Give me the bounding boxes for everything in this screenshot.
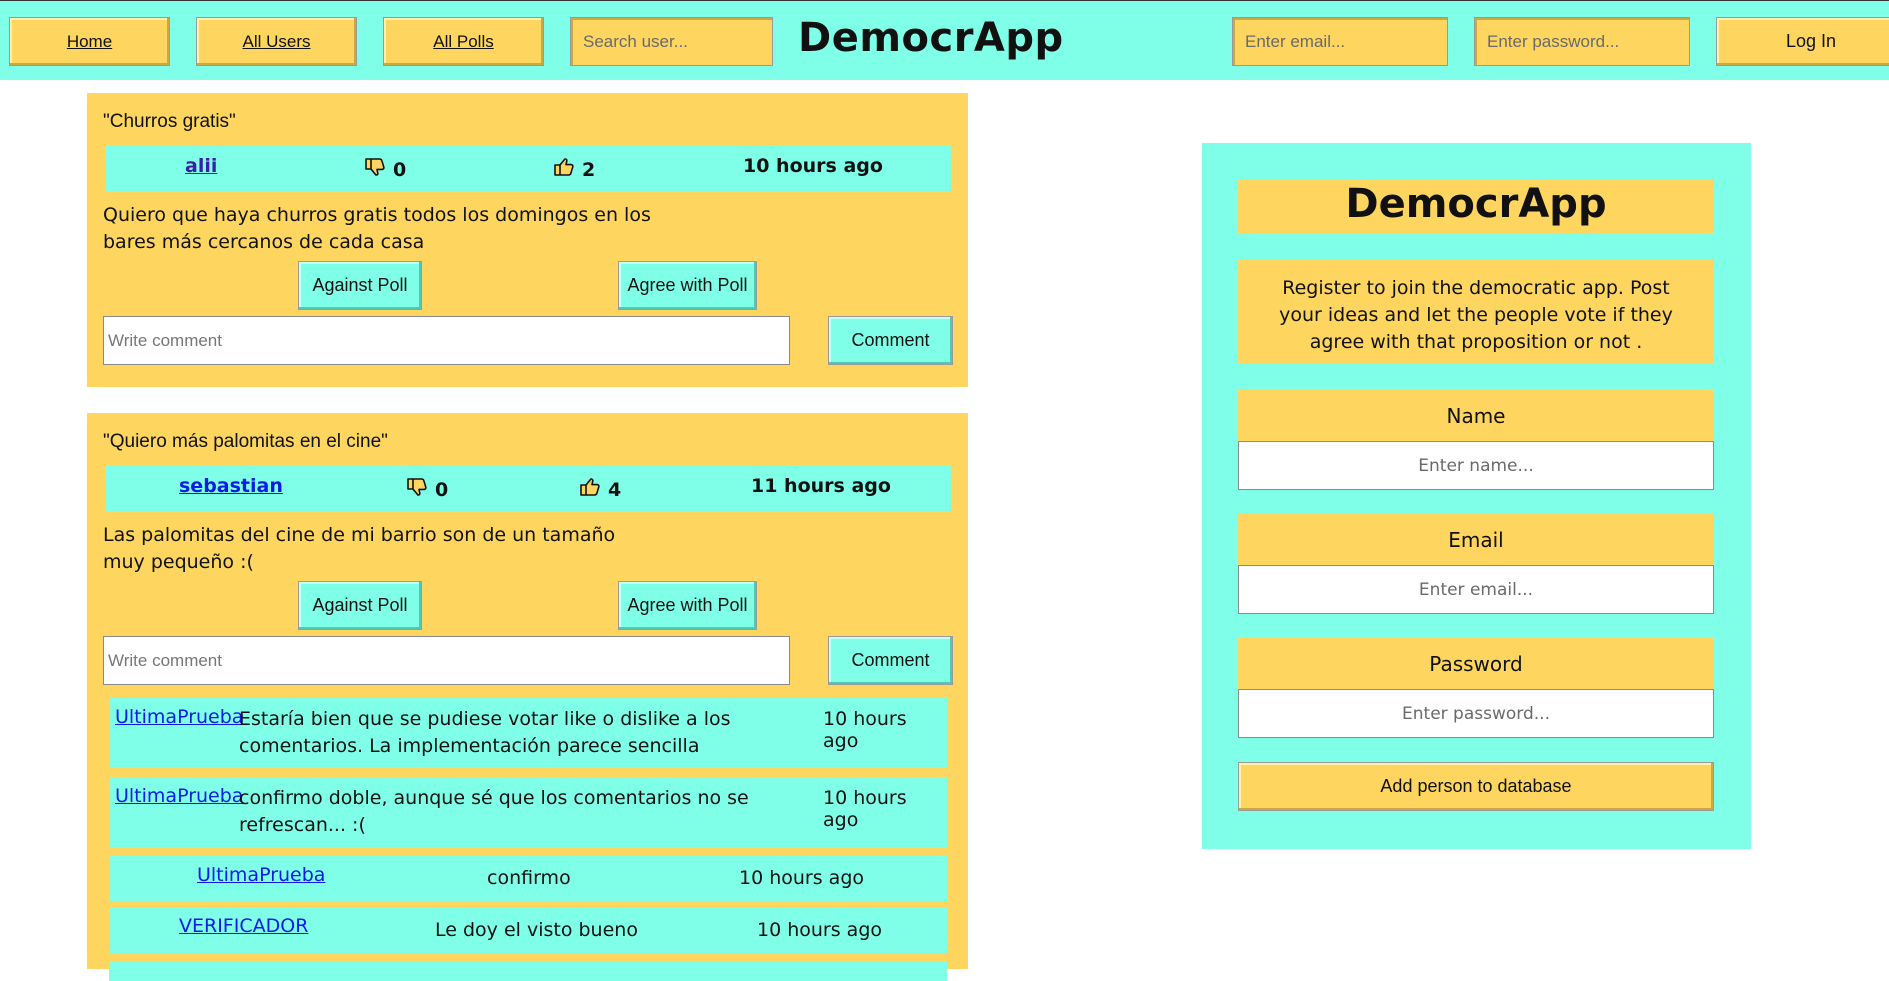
- name-label-block: Name: [1238, 390, 1714, 442]
- register-name-input[interactable]: [1238, 441, 1714, 490]
- poll-meta-bar: alii 0 2 10 hours ago: [105, 145, 951, 191]
- name-label: Name: [1446, 404, 1506, 428]
- poll-author-link[interactable]: alii: [185, 155, 217, 177]
- agree-poll-button[interactable]: Agree with Poll: [618, 581, 757, 630]
- password-label: Password: [1429, 652, 1523, 676]
- comment-author-link[interactable]: UltimaPrueba: [197, 864, 325, 886]
- top-navbar: Home All Users All Polls DemocrApp Log I…: [0, 0, 1889, 80]
- register-description: Register to join the democratic app. Pos…: [1279, 277, 1673, 353]
- comment-button[interactable]: Comment: [828, 316, 953, 365]
- poll-meta-bar: sebastian 0 4 11 hours ago: [105, 465, 951, 511]
- poll-time: 10 hours ago: [743, 155, 883, 177]
- comment-time: 10 hours ago: [739, 867, 865, 889]
- comment-time: 10 hours ago: [823, 708, 907, 752]
- email-label: Email: [1448, 528, 1504, 552]
- comment-text: confirmo doble, aunque sé que los coment…: [239, 787, 749, 836]
- register-email-input[interactable]: [1238, 565, 1714, 614]
- against-poll-button[interactable]: Against Poll: [298, 261, 422, 310]
- comment-time: 10 hours ago: [823, 787, 907, 831]
- dislike-value: 0: [393, 158, 407, 181]
- like-value: 2: [582, 158, 596, 181]
- agree-poll-button[interactable]: Agree with Poll: [618, 261, 757, 310]
- thumbs-up-icon[interactable]: [578, 475, 602, 504]
- poll-author-link[interactable]: sebastian: [179, 475, 283, 497]
- all-polls-button[interactable]: All Polls: [383, 17, 544, 66]
- dislike-value: 0: [435, 478, 449, 501]
- poll-title: "Churros gratis": [103, 111, 236, 132]
- comment-author-link[interactable]: UltimaPrueba: [115, 706, 243, 728]
- register-title-block: DemocrApp: [1238, 179, 1714, 233]
- comment-time: 10 hours ago: [757, 919, 883, 941]
- comment-input[interactable]: [103, 636, 790, 685]
- comment-text: Le doy el visto bueno: [435, 919, 638, 941]
- add-person-button[interactable]: Add person to database: [1238, 762, 1714, 811]
- comment-author-link[interactable]: VERIFICADOR: [179, 915, 308, 937]
- register-description-block: Register to join the democratic app. Pos…: [1238, 259, 1714, 364]
- poll-card: "Quiero más palomitas en el cine" sebast…: [87, 413, 968, 981]
- email-label-block: Email: [1238, 514, 1714, 566]
- like-value: 4: [608, 478, 622, 501]
- comment-item: [109, 961, 947, 981]
- comment-text: Estaría bien que se pudiese votar like o…: [239, 708, 731, 757]
- search-user-input[interactable]: [570, 17, 773, 66]
- poll-description: Las palomitas del cine de mi barrio son …: [103, 524, 616, 573]
- comment-item: UltimaPrueba confirmo doble, aunque sé q…: [109, 777, 947, 847]
- comment-text: confirmo: [487, 867, 571, 889]
- dislike-count: 0: [363, 155, 406, 184]
- poll-card: "Churros gratis" alii 0 2 10 hours ago Q…: [87, 93, 968, 387]
- home-button[interactable]: Home: [9, 17, 170, 66]
- comment-item: UltimaPrueba confirmo 10 hours ago: [109, 856, 947, 901]
- thumbs-down-icon[interactable]: [363, 155, 387, 184]
- password-label-block: Password: [1238, 638, 1714, 690]
- like-count: 2: [552, 155, 595, 184]
- against-poll-button[interactable]: Against Poll: [298, 581, 422, 630]
- poll-time: 11 hours ago: [751, 475, 891, 497]
- comment-item: UltimaPrueba Estaría bien que se pudiese…: [109, 698, 947, 768]
- comment-input[interactable]: [103, 316, 790, 365]
- login-email-input[interactable]: [1232, 17, 1448, 66]
- poll-description: Quiero que haya churros gratis todos los…: [103, 204, 651, 253]
- comment-item: VERIFICADOR Le doy el visto bueno 10 hou…: [109, 907, 947, 953]
- register-password-input[interactable]: [1238, 689, 1714, 738]
- poll-title: "Quiero más palomitas en el cine": [103, 431, 388, 452]
- register-title: DemocrApp: [1345, 181, 1607, 227]
- login-button[interactable]: Log In: [1716, 17, 1889, 66]
- thumbs-up-icon[interactable]: [552, 155, 576, 184]
- like-count: 4: [578, 475, 621, 504]
- register-panel: DemocrApp Register to join the democrati…: [1202, 143, 1751, 849]
- comment-author-link[interactable]: UltimaPrueba: [115, 785, 243, 807]
- thumbs-down-icon[interactable]: [405, 475, 429, 504]
- comment-button[interactable]: Comment: [828, 636, 953, 685]
- all-users-button[interactable]: All Users: [196, 17, 357, 66]
- login-password-input[interactable]: [1474, 17, 1690, 66]
- app-brand-title: DemocrApp: [798, 15, 1064, 61]
- dislike-count: 0: [405, 475, 448, 504]
